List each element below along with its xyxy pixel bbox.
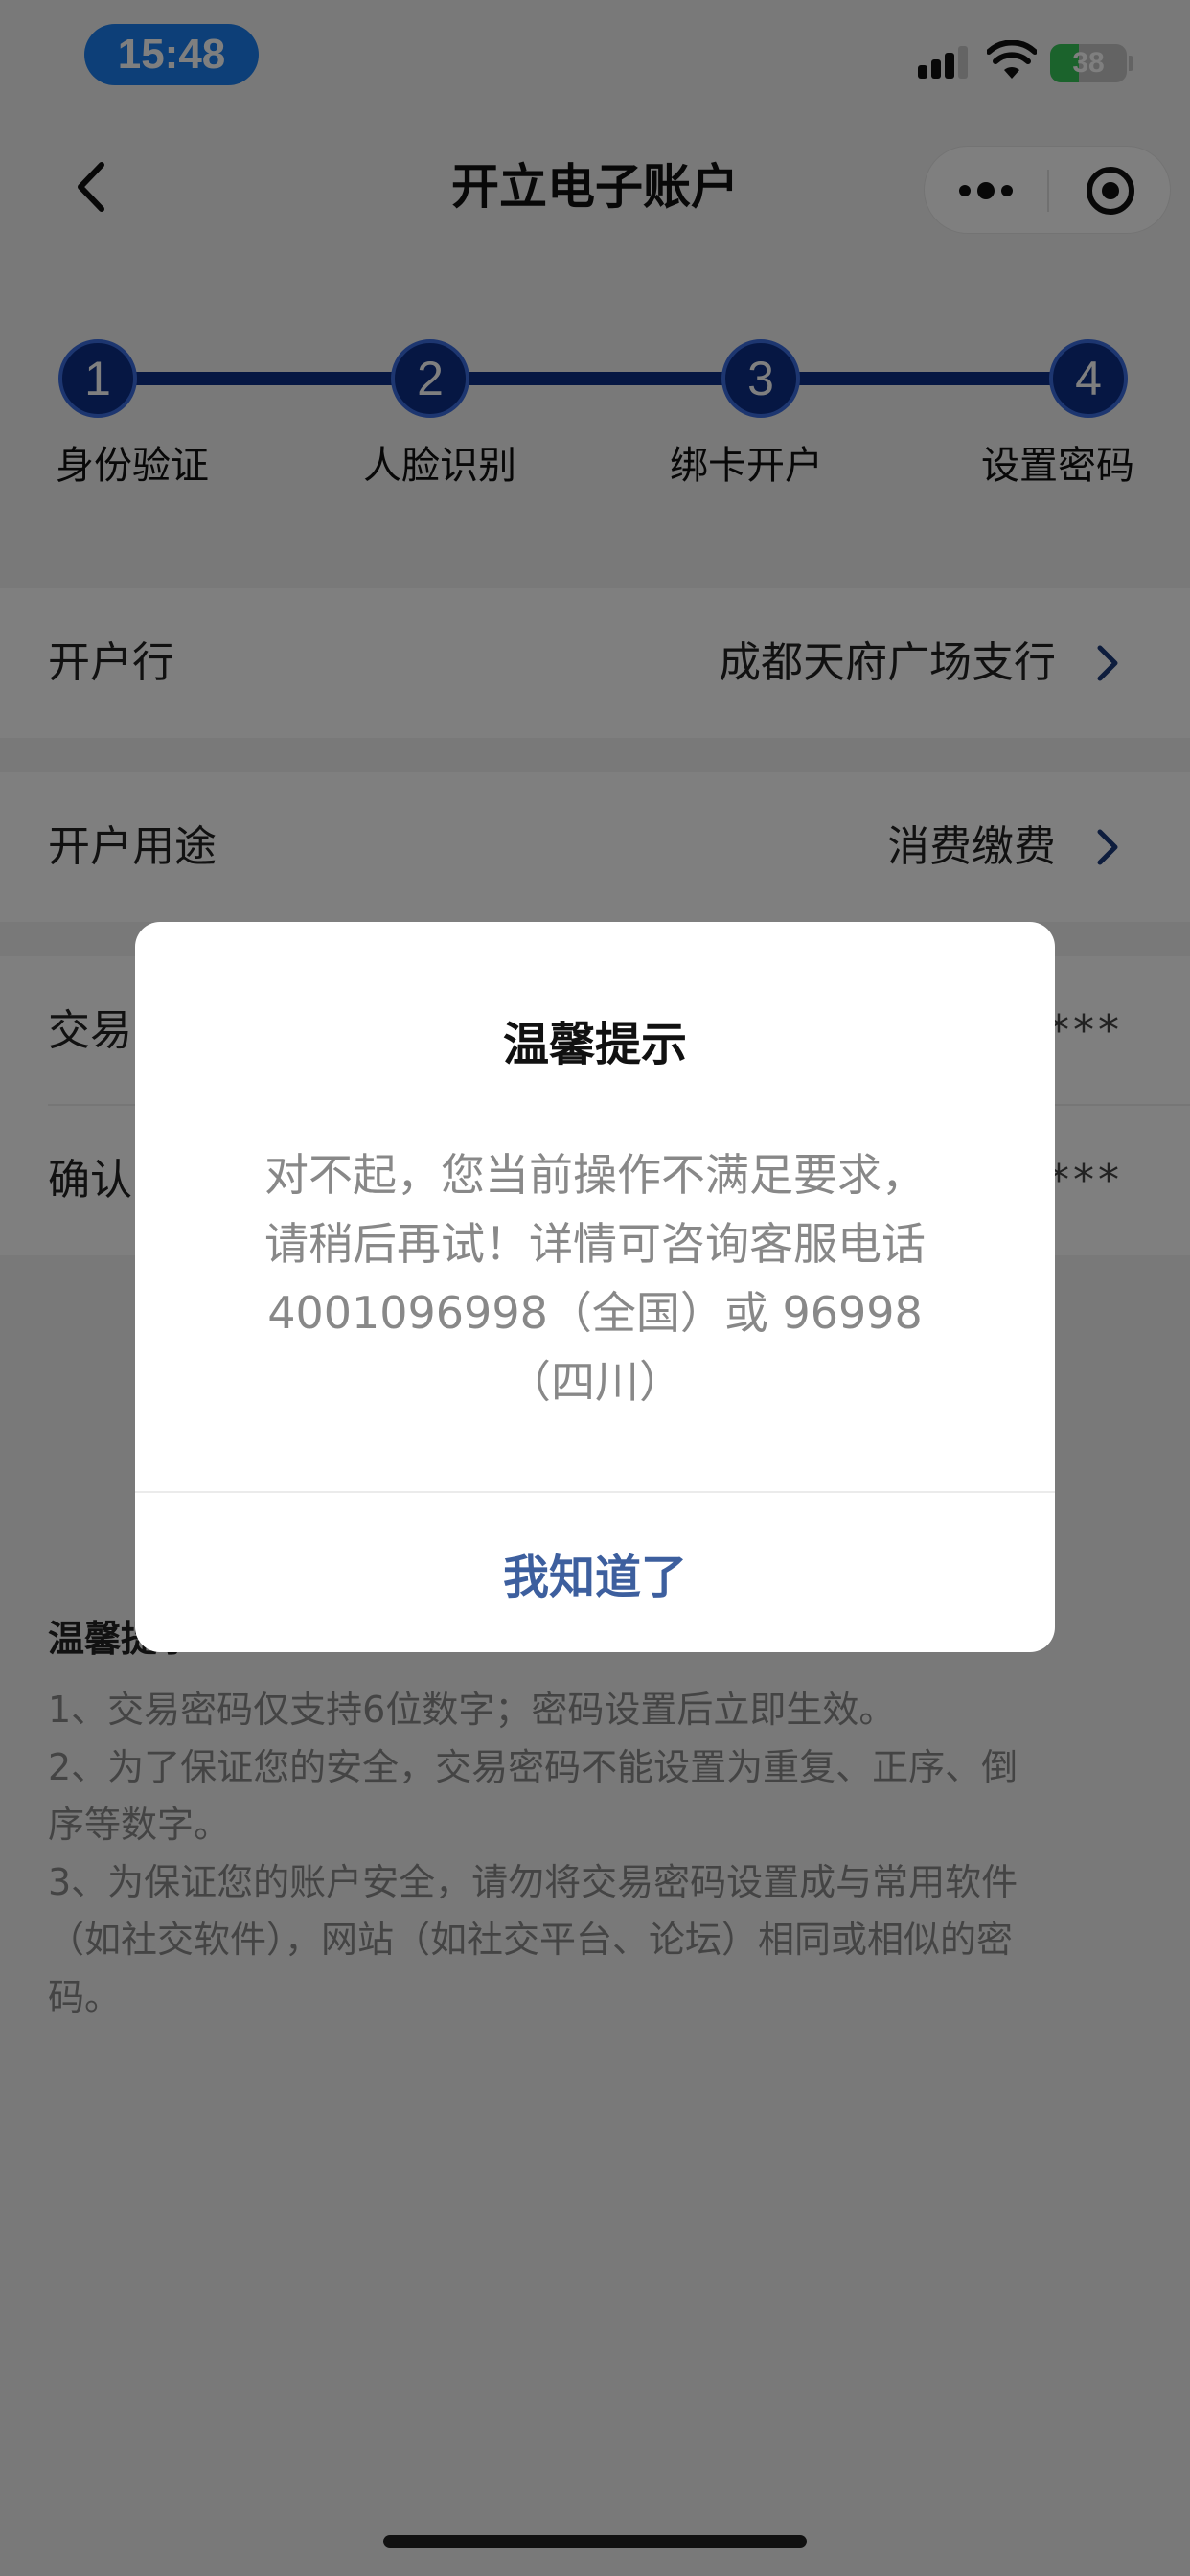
home-indicator[interactable]	[383, 2535, 807, 2548]
dialog-title: 温馨提示	[502, 1018, 687, 1071]
confirm-button[interactable]: 我知道了	[135, 1493, 1055, 1652]
dialog-message: 对不起，您当前操作不满足要求， 请稍后再试！详情可咨询客服电话 40010969…	[193, 1140, 997, 1416]
dialog-message-line: 请稍后再试！详情可咨询客服电话	[264, 1218, 926, 1270]
dialog-message-line: 4001096998（全国）或 96998	[267, 1287, 923, 1339]
alert-dialog: 温馨提示 对不起，您当前操作不满足要求， 请稍后再试！详情可咨询客服电话 400…	[135, 922, 1055, 1652]
page: 15:48 38 开立电子账户	[0, 0, 1190, 2576]
dialog-message-line: （四川）	[507, 1356, 683, 1408]
dialog-message-line: 对不起，您当前操作不满足要求，	[264, 1149, 926, 1201]
